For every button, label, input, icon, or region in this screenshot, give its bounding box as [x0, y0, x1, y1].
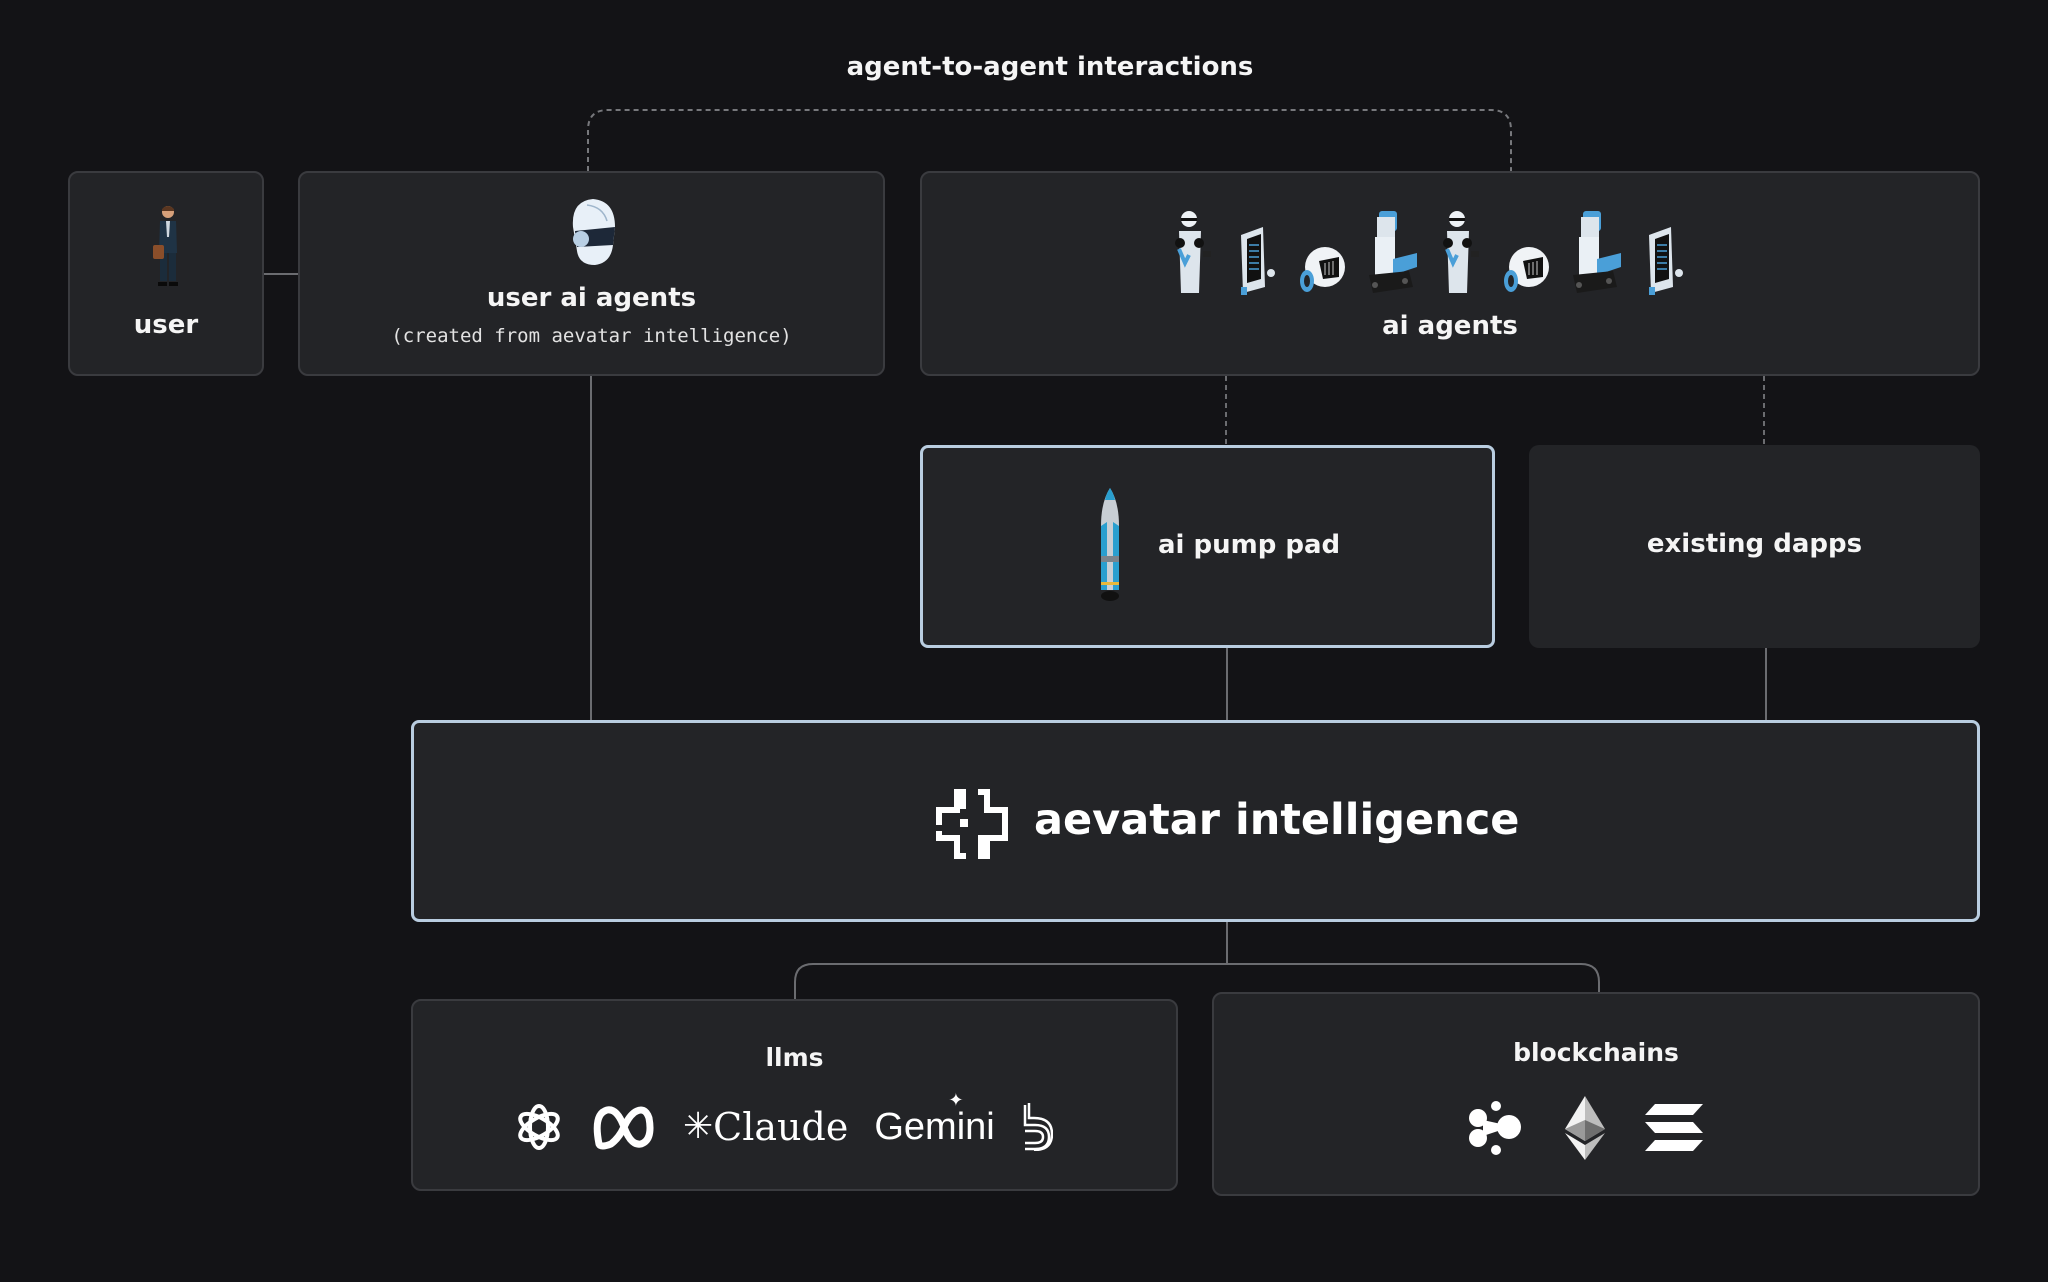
blockchain-logos [1469, 1096, 1703, 1160]
robot-icon [1649, 227, 1683, 295]
aevatar-intelligence-label: aevatar intelligence [1034, 795, 1520, 845]
ai-agents-label: ai agents [1382, 311, 1518, 341]
llms-label: llms [765, 1043, 824, 1072]
ai-pump-pad-node[interactable]: ai pump pad [920, 445, 1495, 648]
existing-dapps-node[interactable]: existing dapps [1529, 445, 1980, 648]
user-ai-agents-sublabel: (created from aevatar intelligence) [391, 325, 792, 347]
aevatar-logo-icon [936, 789, 1008, 859]
gemini-sparkle-icon: ✦ [948, 1089, 964, 1111]
robot-head-icon [572, 199, 615, 265]
openai-logo-icon [518, 1104, 560, 1150]
gemini-wordmark: Gemini [874, 1105, 995, 1148]
robot-icon [1300, 247, 1345, 292]
existing-dapps-label: existing dapps [1646, 529, 1863, 559]
ai-agents-node[interactable]: ai agents [920, 171, 1980, 376]
robot-icon [1443, 211, 1479, 293]
aelf-logo-icon [1469, 1101, 1521, 1155]
solana-logo-icon [1645, 1104, 1703, 1151]
rocket-icon [1101, 488, 1119, 601]
blockchains-node[interactable]: blockchains [1212, 992, 1980, 1196]
person-with-briefcase-icon [153, 206, 178, 286]
claude-wordmark: Claude [713, 1105, 849, 1149]
ai-pump-pad-label: ai pump pad [1158, 530, 1341, 560]
meta-logo-icon [593, 1106, 654, 1150]
gemini-logo: ✦ Gemini [874, 1090, 995, 1149]
user-ai-agents-label: user ai agents [486, 283, 697, 313]
blockchains-label: blockchains [1513, 1038, 1679, 1067]
robot-row [1169, 205, 1687, 295]
agent-to-agent-label: agent-to-agent interactions [846, 52, 1254, 82]
aevatar-intelligence-node[interactable]: aevatar intelligence [411, 720, 1980, 922]
claude-logo: ✳ Claude [683, 1105, 848, 1149]
robot-icon [1241, 227, 1275, 295]
llms-node[interactable]: llms ✳ Claude ✦ Gemini [411, 999, 1178, 1191]
user-node[interactable]: user [68, 171, 264, 376]
deepseek-logo-icon [1023, 1103, 1053, 1151]
llm-logos: ✳ Claude ✦ Gemini [513, 1090, 1053, 1155]
robot-icon [1175, 211, 1211, 293]
ethereum-logo-icon [1565, 1096, 1605, 1160]
user-label: user [133, 310, 199, 340]
robot-icon [1573, 211, 1621, 293]
robot-icon [1369, 211, 1417, 293]
robot-icon [1504, 247, 1549, 292]
claude-starburst-icon: ✳ [683, 1106, 714, 1147]
user-ai-agents-node[interactable]: user ai agents (created from aevatar int… [298, 171, 885, 376]
agent-to-agent-connector [587, 109, 1512, 171]
